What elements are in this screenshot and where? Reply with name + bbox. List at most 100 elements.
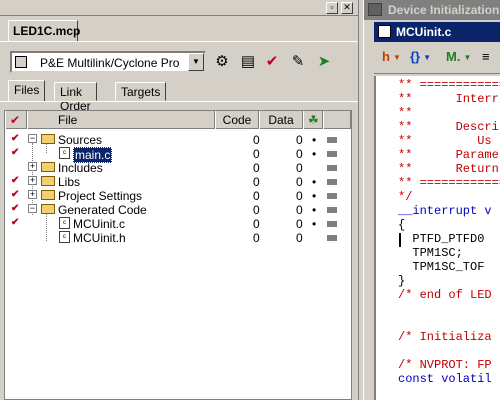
restore-icon[interactable]: ▫ xyxy=(326,2,338,14)
folder-icon xyxy=(41,162,55,172)
debug-icon[interactable]: ➤ xyxy=(314,52,334,72)
file-row-name: Generated Code xyxy=(58,203,147,217)
code-line: PTFD_PTFD0 xyxy=(398,232,485,246)
project-window: ▫ ✕ LED1C.mcp P&E Multilink/Cyclone Pro … xyxy=(0,0,358,400)
column-file[interactable]: File xyxy=(27,111,215,129)
file-row[interactable]: + Includes 0 0 xyxy=(5,161,351,175)
file-row-data: 0 xyxy=(296,217,303,231)
document-settings-label: ≡ xyxy=(482,49,490,64)
check-mark-icon[interactable]: ✔ xyxy=(11,203,19,214)
project-doc-tab[interactable]: LED1C.mcp xyxy=(8,20,80,42)
file-list-header: ✔ File Code Data ☘ xyxy=(5,111,351,129)
close-icon[interactable]: ✕ xyxy=(341,2,353,14)
file-row-data: 0 xyxy=(296,203,303,217)
touch-icon[interactable] xyxy=(327,177,337,185)
code-line: TPM1SC_TOF xyxy=(398,260,485,274)
touch-icon[interactable] xyxy=(327,191,337,199)
functions-label: {} xyxy=(410,49,421,64)
tab-link-order[interactable]: Link Order xyxy=(54,82,97,113)
tab-divider xyxy=(0,41,358,42)
code-line: */ xyxy=(398,190,413,204)
file-row-name: Project Settings xyxy=(58,189,143,203)
tree-toggle-icon[interactable]: + xyxy=(28,190,37,199)
check-column-icon[interactable]: ✔ xyxy=(5,111,27,129)
editor-area: Device Initialization MCUinit.c h ▼ {} ▼ M… xyxy=(364,0,500,400)
document-settings-menu[interactable]: ≡ xyxy=(482,49,490,67)
touch-icon[interactable] xyxy=(327,149,337,157)
window-icon xyxy=(368,3,382,16)
file-row[interactable]: ✔ + Project Settings 0 0 • xyxy=(5,189,351,203)
markers-label: M. xyxy=(446,49,461,64)
check-mark-icon[interactable]: ✔ xyxy=(11,189,19,200)
check-mark-icon[interactable]: ✔ xyxy=(11,217,19,228)
code-line: { xyxy=(398,218,406,232)
tree-toggle-icon[interactable]: + xyxy=(28,162,37,171)
tree-toggle-icon[interactable]: − xyxy=(28,204,37,213)
functions-menu[interactable]: {} ▼ xyxy=(410,49,431,67)
column-data[interactable]: Data xyxy=(259,111,303,129)
check-mark-icon[interactable]: ✔ xyxy=(11,133,19,144)
code-line: ** xyxy=(398,106,413,120)
folder-icon xyxy=(41,176,55,186)
debug-dot-icon[interactable]: • xyxy=(312,175,316,189)
debug-column-icon[interactable]: ☘ xyxy=(303,111,323,129)
file-row[interactable]: ✔ c MCUinit.c 0 0 • xyxy=(5,217,351,231)
outer-window-title: Device Initialization xyxy=(364,0,500,20)
check-icon[interactable]: ✔ xyxy=(262,52,282,72)
debug-dot-icon[interactable]: • xyxy=(312,147,316,161)
touch-icon[interactable] xyxy=(327,233,337,241)
document-icon xyxy=(378,25,391,38)
subtab-divider xyxy=(0,101,358,102)
target-settings-icon[interactable]: ⚙ xyxy=(212,52,232,72)
synchronize-icon[interactable]: ▤ xyxy=(238,52,258,72)
file-row-data: 0 xyxy=(296,133,303,147)
touch-icon[interactable] xyxy=(327,135,337,143)
file-row[interactable]: c MCUinit.h 0 0 xyxy=(5,231,351,245)
header-files-label: h xyxy=(382,49,390,64)
code-line: } xyxy=(398,274,406,288)
file-row[interactable]: ✔ − Sources 0 0 • xyxy=(5,133,351,147)
code-line: TPM1SC; xyxy=(398,246,463,260)
tab-targets[interactable]: Targets xyxy=(115,82,167,101)
folder-icon xyxy=(41,190,55,200)
file-icon: c xyxy=(59,231,70,243)
tree-toggle-icon[interactable]: − xyxy=(28,134,37,143)
editor-title-bar: MCUinit.c xyxy=(374,22,500,42)
debug-dot-icon[interactable]: • xyxy=(312,133,316,147)
file-row-code: 0 xyxy=(253,189,260,203)
code-line: /* end of LED xyxy=(398,288,492,302)
touch-icon[interactable] xyxy=(327,205,337,213)
column-code[interactable]: Code xyxy=(215,111,259,129)
code-line: ** Parame xyxy=(398,148,499,162)
check-mark-icon[interactable]: ✔ xyxy=(11,175,19,186)
file-row-name: Libs xyxy=(58,175,81,189)
chevron-down-icon[interactable]: ▼ xyxy=(188,53,204,71)
file-row-name: Sources xyxy=(58,133,103,147)
code-editor[interactable]: ** ================** Interrup**** Descr… xyxy=(374,76,500,400)
window-strip: ▫ ✕ xyxy=(0,0,358,16)
file-row[interactable]: ✔ + Libs 0 0 • xyxy=(5,175,351,189)
header-files-menu[interactable]: h ▼ xyxy=(382,49,401,67)
file-icon: c xyxy=(59,217,70,229)
debug-dot-icon[interactable]: • xyxy=(312,203,316,217)
touch-icon[interactable] xyxy=(327,219,337,227)
code-line: __interrupt v xyxy=(398,204,492,218)
code-line: ** Descri xyxy=(398,120,499,134)
file-row-code: 0 xyxy=(253,203,260,217)
make-icon[interactable]: ✎ xyxy=(288,52,308,72)
file-row[interactable]: ✔ − Generated Code 0 0 • xyxy=(5,203,351,217)
markers-menu[interactable]: M. ▼ xyxy=(446,49,471,67)
debug-dot-icon[interactable]: • xyxy=(312,189,316,203)
file-list: ✔ File Code Data ☘ ✔ − Sources 0 0 • ✔ c main.c 0… xyxy=(4,110,352,400)
code-line: ** Us xyxy=(398,134,492,148)
touch-icon[interactable] xyxy=(327,163,337,171)
tab-files[interactable]: Files xyxy=(8,80,46,102)
file-row[interactable]: ✔ c main.c 0 0 • xyxy=(5,147,351,163)
tree-toggle-icon[interactable]: + xyxy=(28,176,37,185)
code-line: /* NVPROT: FP xyxy=(398,358,492,372)
code-line: /* Initializa xyxy=(398,330,492,344)
debug-dot-icon[interactable]: • xyxy=(312,217,316,231)
code-line: const volatil xyxy=(398,372,492,386)
check-mark-icon[interactable]: ✔ xyxy=(11,147,19,158)
target-select[interactable]: P&E Multilink/Cyclone Pro ▼ xyxy=(10,51,206,73)
